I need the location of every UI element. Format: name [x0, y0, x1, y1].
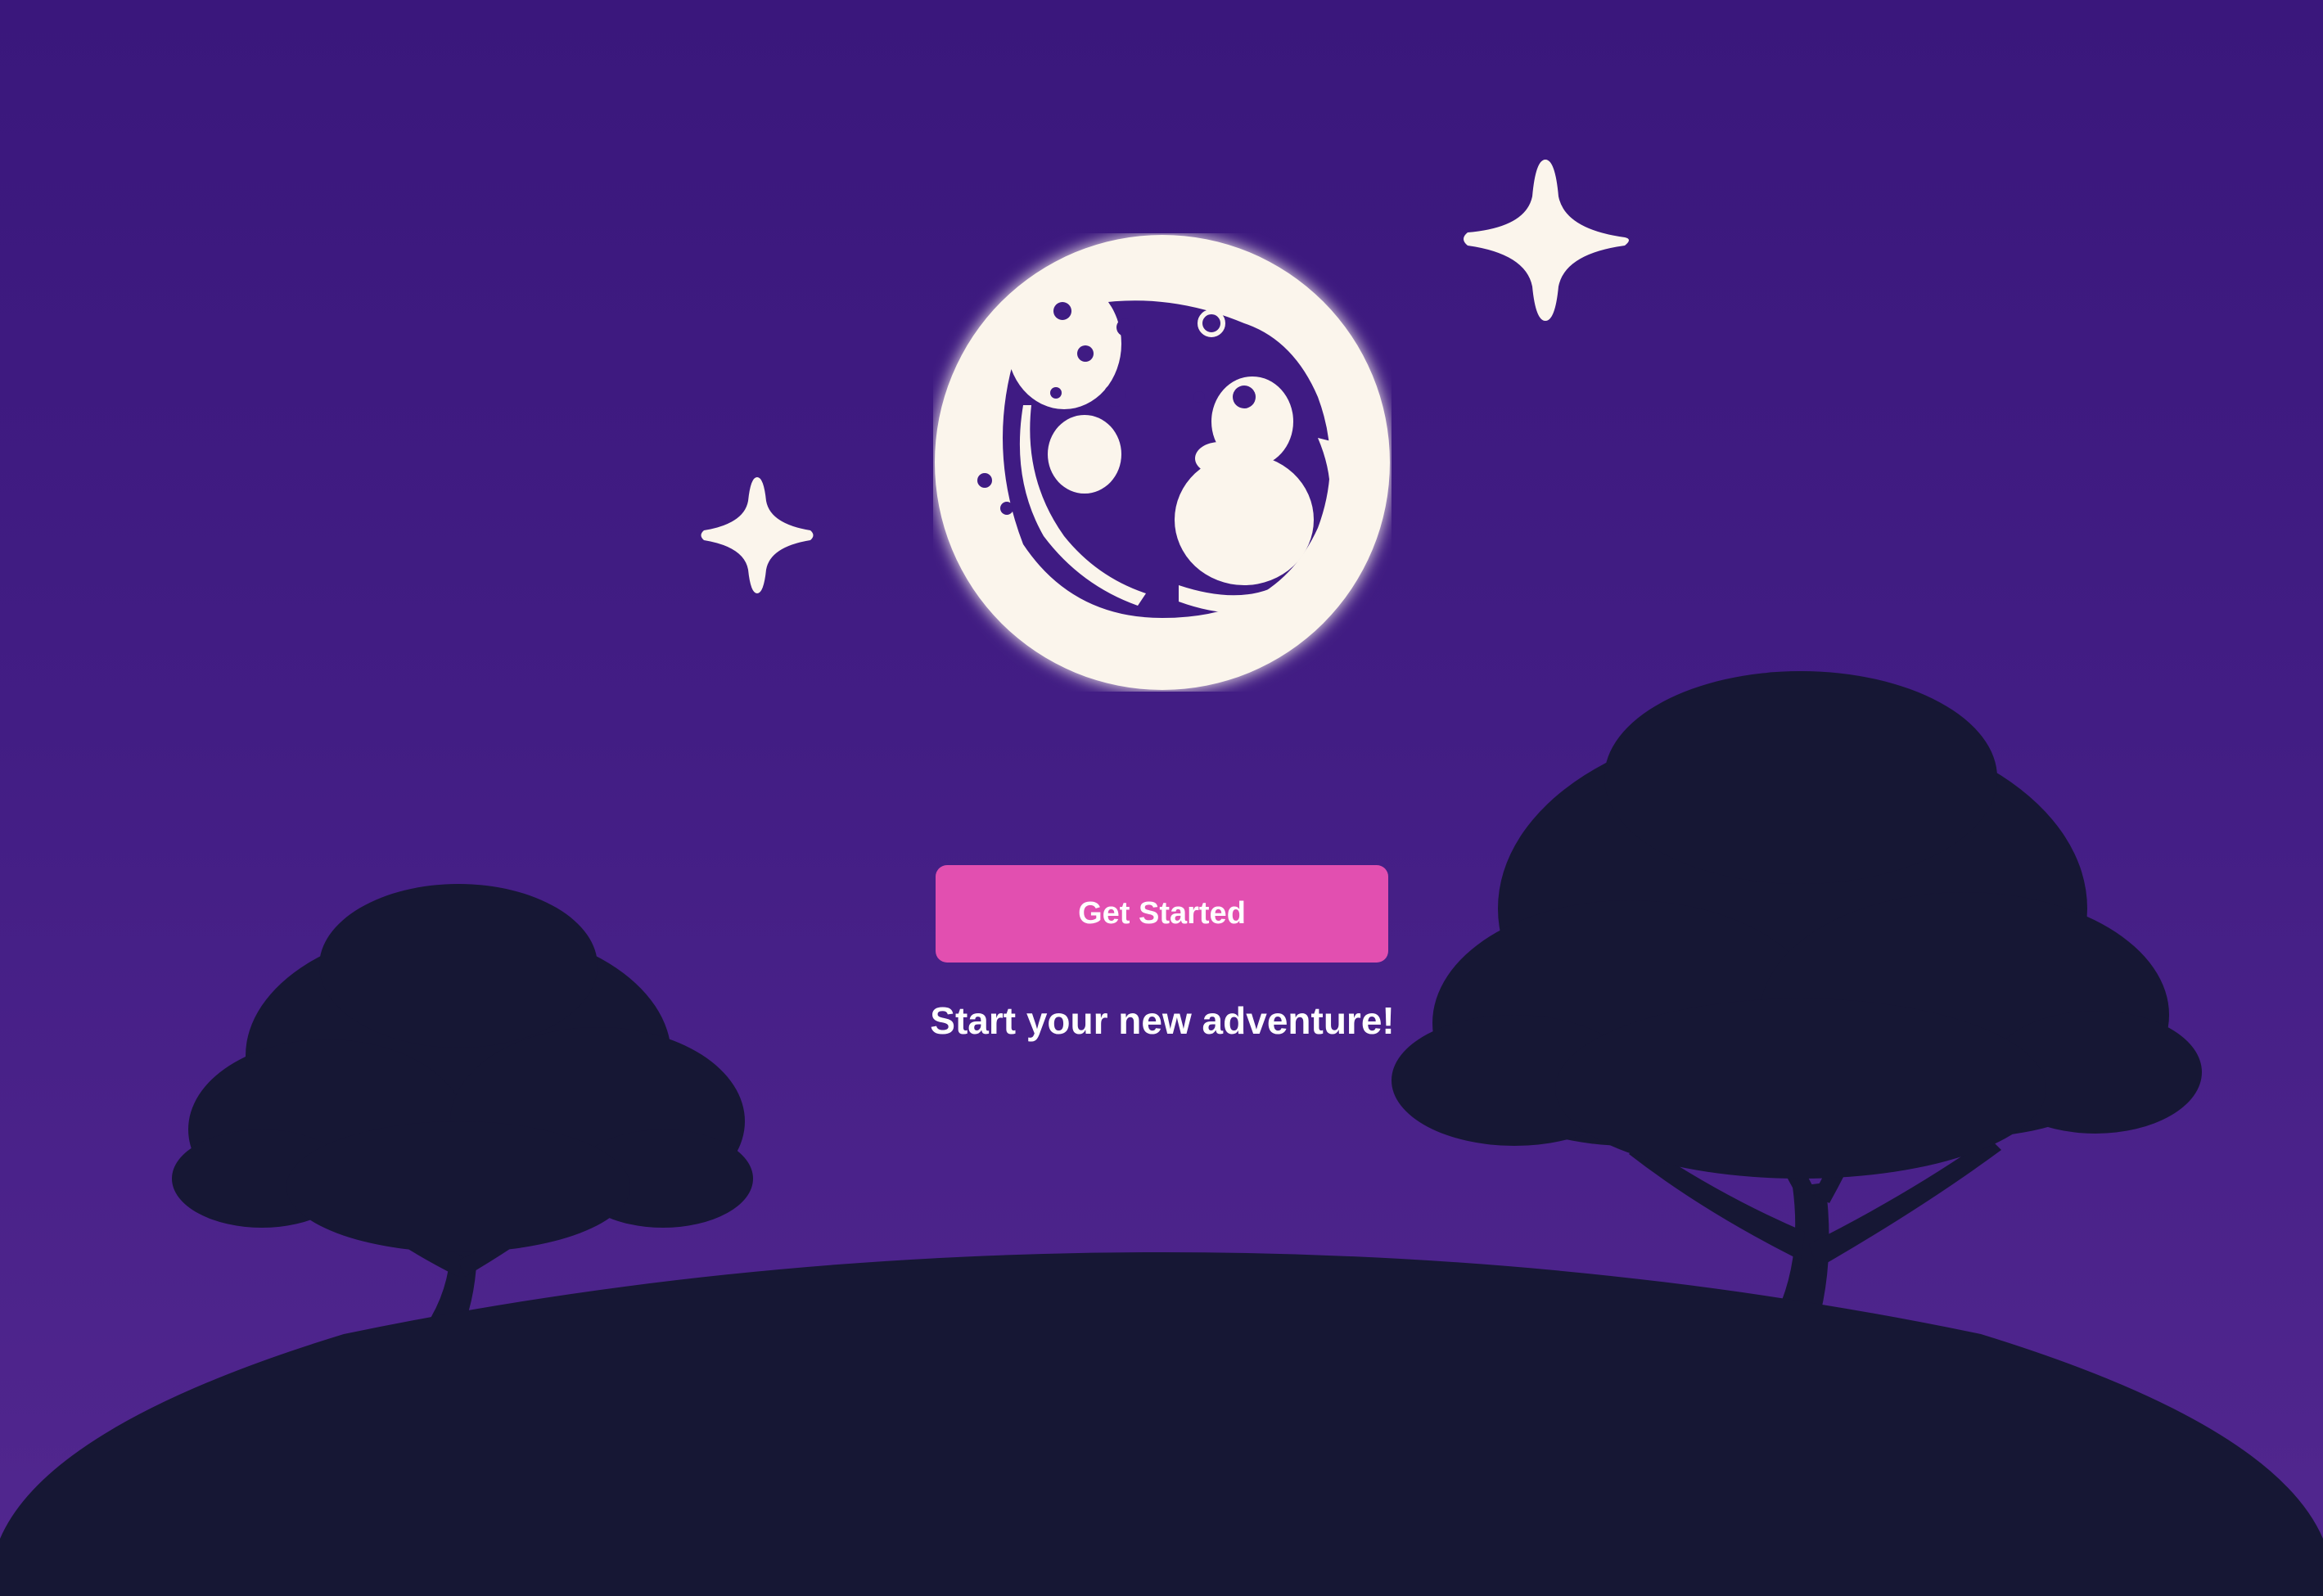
- hill-silhouette: [0, 1252, 2323, 1596]
- moon-logo-icon: [933, 233, 1392, 692]
- tree-left-icon: [172, 884, 753, 1330]
- tree-right-icon: [1392, 671, 2202, 1350]
- tagline-text: Start your new adventure!: [930, 999, 1395, 1042]
- get-started-button[interactable]: Get Started: [936, 865, 1388, 963]
- star-small-icon: [701, 477, 814, 593]
- star-large-icon: [1464, 160, 1629, 321]
